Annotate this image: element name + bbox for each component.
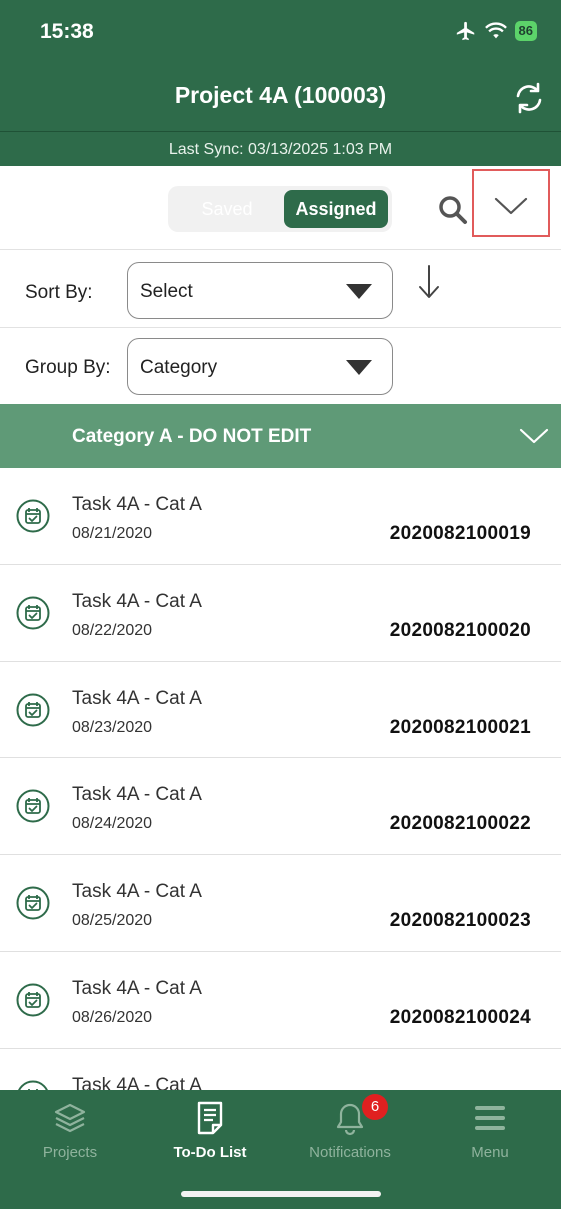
calendar-check-icon (17, 1080, 49, 1090)
expand-filters-button[interactable] (472, 169, 550, 237)
task-name: Task 4A - Cat A (72, 784, 202, 806)
task-row[interactable]: Task 4A - Cat A 08/23/2020 2020082100021 (0, 661, 561, 759)
task-name: Task 4A - Cat A (72, 977, 202, 999)
wifi-icon (484, 22, 507, 39)
calendar-check-icon (16, 983, 50, 1017)
group-row: Group By: Category (0, 328, 561, 404)
notification-badge: 6 (362, 1094, 388, 1120)
calendar-check-icon (16, 693, 50, 727)
task-date: 08/21/2020 (72, 525, 153, 542)
sort-row: Sort By: Select (0, 250, 561, 328)
task-row[interactable]: Task 4A - Cat A 08/25/2020 2020082100023 (0, 855, 561, 952)
task-date: 08/24/2020 (72, 815, 153, 833)
task-name: Task 4A - Cat A (72, 881, 202, 903)
tab-label: Projects (42, 1144, 98, 1161)
tab-projects[interactable]: Projects (0, 1100, 140, 1166)
task-name: Task 4A - Cat A (72, 494, 202, 515)
caret-down-icon (346, 284, 372, 299)
tab-notifications[interactable]: 6 Notifications (280, 1094, 420, 1166)
group-label: Group By: (25, 357, 111, 378)
battery-indicator: 86 (514, 21, 537, 41)
sync-icon[interactable] (511, 80, 547, 116)
task-row[interactable]: Task 4A - Cat A 08/24/2020 2020082100022 (0, 758, 561, 856)
task-id: 2020082100023 (389, 910, 531, 932)
task-name: Task 4A - Cat A (72, 687, 202, 709)
group-select[interactable]: Category (127, 338, 393, 395)
status-icons: 86 (455, 20, 537, 42)
sort-value: Select (140, 281, 193, 302)
view-toolbar: Saved Assigned (0, 166, 561, 250)
task-name: Task 4A - Cat A (72, 1074, 202, 1090)
tab-label: To-Do List (173, 1144, 247, 1161)
task-id: 2020082100022 (389, 813, 531, 835)
tab-saved[interactable]: Saved (174, 190, 280, 228)
category-header[interactable]: Category A - DO NOT EDIT (0, 404, 561, 468)
search-icon[interactable] (437, 194, 469, 226)
menu-icon (475, 1106, 505, 1130)
sort-select[interactable]: Select (127, 262, 393, 319)
task-date: 08/25/2020 (72, 912, 153, 930)
document-icon (197, 1101, 223, 1135)
task-list: Task 4A - Cat A 08/21/2020 2020082100019 Ta… (0, 468, 561, 1090)
sort-direction-icon[interactable] (413, 262, 445, 302)
task-row[interactable]: Task 4A - Cat A 08/26/2020 2020082100024 (0, 951, 561, 1049)
status-time: 15:38 (40, 20, 94, 43)
task-id: 2020082100024 (389, 1006, 531, 1028)
airplane-icon (456, 21, 474, 41)
calendar-check-icon (16, 789, 50, 823)
task-row[interactable]: Task 4A - Cat A (0, 1048, 561, 1090)
tab-label: Notifications (309, 1144, 391, 1161)
calendar-check-icon (16, 886, 50, 920)
task-date: 08/23/2020 (72, 718, 153, 736)
task-id: 2020082100020 (389, 619, 531, 641)
home-indicator (181, 1191, 381, 1197)
calendar-check-icon (16, 499, 50, 533)
task-row[interactable]: Task 4A - Cat A 08/21/2020 2020082100019 (0, 468, 561, 565)
tab-label: Menu (471, 1144, 509, 1161)
group-value: Category (140, 357, 218, 378)
caret-down-icon (346, 360, 372, 375)
saved-assigned-toggle: Saved Assigned (168, 186, 392, 232)
tab-todo-list[interactable]: To-Do List (140, 1100, 280, 1166)
tab-assigned[interactable]: Assigned (284, 190, 388, 228)
task-name: Task 4A - Cat A (72, 590, 202, 612)
page-title: Project 4A (100003) (174, 82, 387, 108)
sync-status-bar: Last Sync: 03/13/2025 1:03 PM (0, 131, 561, 166)
task-date: 08/22/2020 (72, 621, 153, 639)
last-sync-text: Last Sync: 03/13/2025 1:03 PM (168, 141, 393, 158)
chevron-down-icon (494, 197, 528, 215)
category-title: Category A - DO NOT EDIT (72, 426, 312, 447)
calendar-check-icon (16, 596, 50, 630)
layers-icon (54, 1103, 86, 1133)
sort-label: Sort By: (25, 282, 93, 303)
task-id: 2020082100021 (389, 716, 531, 738)
chevron-down-icon (519, 428, 549, 444)
task-id: 2020082100019 (389, 523, 531, 544)
task-date: 08/26/2020 (72, 1008, 153, 1026)
tab-menu[interactable]: Menu (420, 1100, 560, 1166)
task-row[interactable]: Task 4A - Cat A 08/22/2020 2020082100020 (0, 564, 561, 662)
